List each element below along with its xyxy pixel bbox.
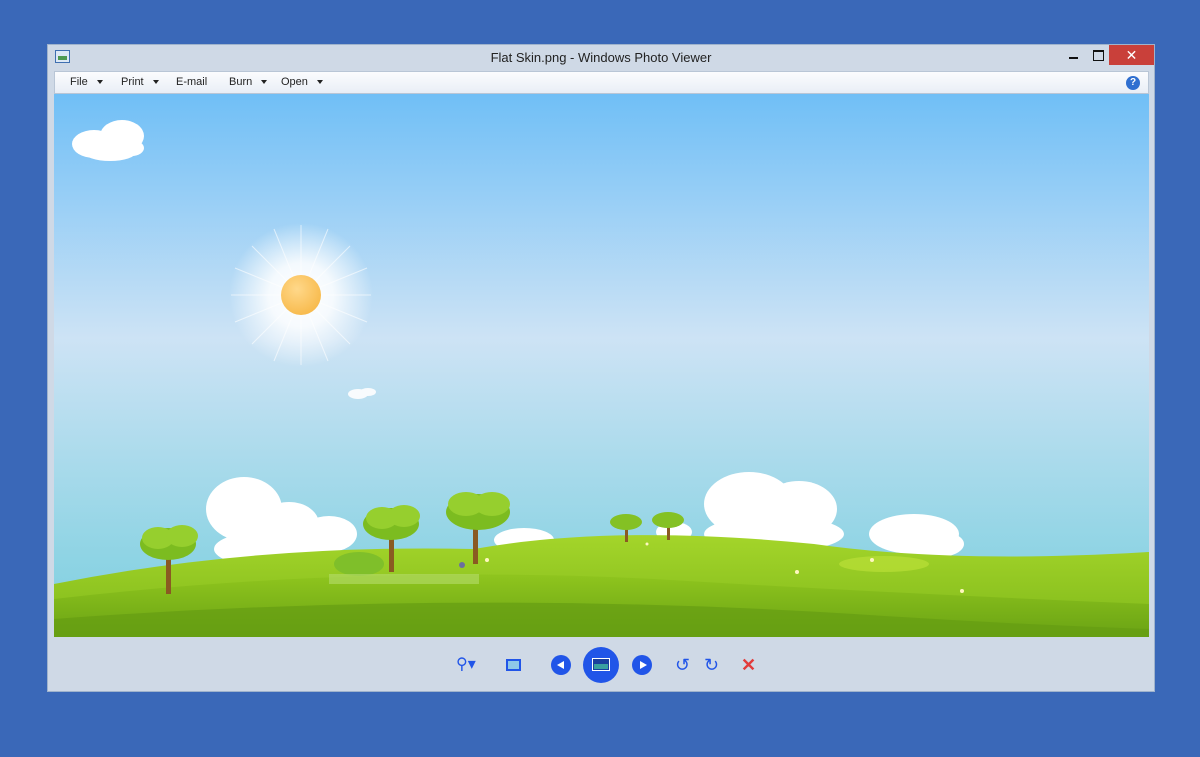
minimize-icon [1068,56,1078,59]
close-button[interactable]: ✕ [1109,45,1154,65]
actual-size-icon[interactable] [506,659,521,671]
image-viewport[interactable] [54,94,1149,637]
menu-email-label: E-mail [176,76,208,88]
photo-viewer-window: Flat Skin.png - Windows Photo Viewer ✕ F… [47,44,1155,692]
menu-print-label: Print [121,76,144,88]
help-icon[interactable]: ? [1126,76,1140,90]
previous-icon[interactable] [551,655,571,675]
minimize-button[interactable] [1063,45,1083,65]
slideshow-icon[interactable] [583,647,619,683]
menu-open[interactable]: Open [281,76,323,88]
command-bar: File Print E-mail Burn Open ? [54,71,1149,94]
menu-burn-label: Burn [229,76,253,88]
bottom-toolbar: ⚲▾ ↺ ↻ ✕ [48,637,1154,693]
rotate-clockwise-icon[interactable]: ↻ [704,656,719,674]
menu-open-label: Open [281,76,308,88]
menu-file-label: File [70,76,88,88]
chevron-down-icon [261,80,268,85]
maximize-button[interactable] [1088,45,1108,65]
menu-email[interactable]: E-mail [176,76,207,88]
menu-file[interactable]: File [70,76,103,88]
rotate-counterclockwise-icon[interactable]: ↺ [675,656,690,674]
menu-burn[interactable]: Burn [229,76,268,88]
displayed-photo [54,94,1149,637]
chevron-down-icon [316,80,323,85]
title-bar[interactable]: Flat Skin.png - Windows Photo Viewer ✕ [48,45,1154,71]
slideshow-picture-icon [592,658,610,671]
zoom-icon[interactable]: ⚲▾ [456,656,476,674]
chevron-down-icon [152,80,159,85]
next-icon[interactable] [632,655,652,675]
window-title: Flat Skin.png - Windows Photo Viewer [490,50,712,65]
menu-print[interactable]: Print [121,76,159,88]
maximize-icon [1092,50,1104,62]
chevron-down-icon [96,80,103,85]
delete-icon[interactable]: ✕ [741,656,756,674]
